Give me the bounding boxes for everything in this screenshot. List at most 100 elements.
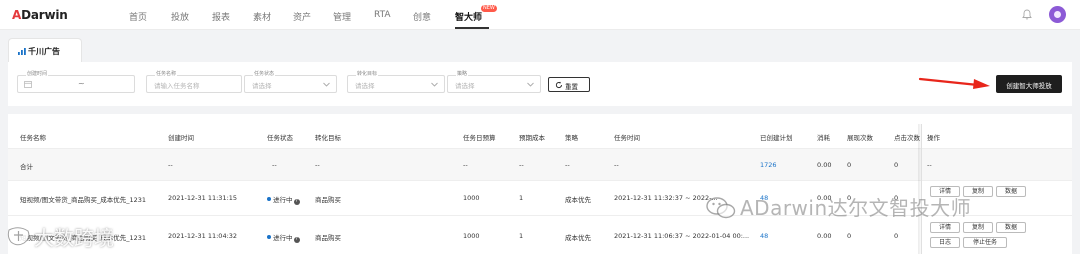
reset-label: 重置 bbox=[565, 83, 578, 91]
created-time-label: 创建时间 bbox=[26, 70, 49, 77]
summary-created: -- bbox=[168, 161, 173, 169]
summary-row: 合计 -- -- -- -- -- -- -- 1726 0.00 0 0 -- bbox=[8, 148, 1072, 180]
watermark-left-text: 大数跨境 bbox=[34, 226, 114, 250]
nav-item-creative[interactable]: 创意 bbox=[413, 10, 431, 23]
brand-logo[interactable]: ADarwin bbox=[12, 8, 68, 22]
refresh-icon bbox=[555, 81, 562, 89]
col-strategy[interactable]: 策略 bbox=[565, 132, 578, 142]
target-cell: 商品购买 bbox=[315, 196, 341, 204]
watermark-text: ADarwin达尔文智投大师 bbox=[740, 196, 972, 220]
summary-ops: -- bbox=[927, 161, 932, 169]
task-status-placeholder: 请选择 bbox=[252, 82, 272, 90]
task-name-cell: 短视频/图文带货_商品购买_成本优先_1231 bbox=[20, 196, 146, 204]
col-task-name[interactable]: 任务名称 bbox=[20, 132, 46, 142]
tab-bar: 千川广告 bbox=[8, 38, 1072, 62]
strategy-cell: 成本优先 bbox=[565, 234, 591, 242]
cost-cell: 1 bbox=[519, 232, 524, 240]
col-clicks[interactable]: 点击次数 bbox=[894, 132, 920, 142]
table-header: 任务名称 创建时间 任务状态 转化目标 任务日预算 预期成本 策略 任务时间 已… bbox=[8, 124, 1072, 148]
reset-button[interactable]: 重置 bbox=[548, 77, 590, 92]
task-time-cell: 2021-12-31 11:32:37 ~ 2022-... bbox=[614, 194, 718, 202]
date-separator: ~ bbox=[78, 79, 85, 88]
nav-item-management[interactable]: 管理 bbox=[333, 10, 351, 23]
summary-plans[interactable]: 1726 bbox=[760, 161, 777, 169]
new-badge: NEW bbox=[481, 5, 497, 12]
col-actions: 操作 bbox=[927, 134, 940, 142]
conversion-target-label: 转化目标 bbox=[356, 70, 379, 77]
nav-item-smart-master[interactable]: 智大师 bbox=[455, 10, 482, 23]
clicks-cell: 0 bbox=[894, 232, 899, 240]
budget-cell: 1000 bbox=[463, 232, 480, 240]
strategy-label: 策略 bbox=[456, 70, 469, 77]
nav-item-home[interactable]: 首页 bbox=[129, 10, 147, 23]
data-button[interactable]: 数据 bbox=[996, 186, 1026, 197]
strategy-placeholder: 请选择 bbox=[455, 82, 475, 90]
conversion-target-placeholder: 请选择 bbox=[355, 82, 375, 90]
bell-icon[interactable] bbox=[1022, 9, 1032, 20]
summary-status: -- bbox=[272, 161, 277, 169]
active-nav-underline bbox=[455, 27, 489, 29]
stop-task-button[interactable]: 停止任务 bbox=[963, 237, 1007, 248]
task-status-label: 任务状态 bbox=[253, 70, 276, 77]
bar-chart-icon bbox=[18, 48, 26, 55]
task-status-select[interactable]: 任务状态 请选择 bbox=[244, 70, 337, 93]
calendar-icon bbox=[24, 81, 32, 88]
summary-time: -- bbox=[614, 161, 619, 169]
task-time-cell: 2021-12-31 11:06:37 ~ 2022-01-04 00:... bbox=[614, 232, 750, 240]
summary-label: 合计 bbox=[20, 163, 33, 171]
user-avatar[interactable] bbox=[1049, 6, 1066, 23]
conversion-target-select[interactable]: 转化目标 请选择 bbox=[347, 70, 445, 93]
create-button-label: 创建智大师投放 bbox=[1006, 82, 1052, 90]
task-table: 任务名称 创建时间 任务状态 转化目标 任务日预算 预期成本 策略 任务时间 已… bbox=[8, 114, 1072, 254]
nav-item-rta[interactable]: RTA bbox=[374, 10, 391, 20]
col-conversion-target[interactable]: 转化目标 bbox=[315, 132, 341, 142]
plans-link[interactable]: 48 bbox=[760, 232, 768, 240]
col-plans-created[interactable]: 已创建计划 bbox=[760, 132, 793, 142]
task-name-placeholder: 请输入任务名称 bbox=[154, 82, 200, 90]
nav-item-delivery[interactable]: 投放 bbox=[171, 10, 189, 23]
strategy-cell: 成本优先 bbox=[565, 196, 591, 204]
task-name-input[interactable]: 任务名称 请输入任务名称 bbox=[146, 70, 242, 93]
create-smart-master-button[interactable]: 创建智大师投放 bbox=[996, 75, 1062, 93]
tab-qianchuan-ads[interactable]: 千川广告 bbox=[8, 38, 82, 62]
spend-cell: 0.00 bbox=[817, 232, 832, 240]
details-button[interactable]: 详情 bbox=[930, 222, 960, 233]
col-task-time[interactable]: 任务时间 bbox=[614, 132, 640, 142]
wechat-icon bbox=[706, 197, 736, 219]
status-dot bbox=[267, 235, 271, 239]
status-dot bbox=[267, 197, 271, 201]
top-nav: ADarwin 首页 投放 报表 素材 资产 管理 RTA 创意 智大师 NEW bbox=[0, 0, 1080, 30]
cost-cell: 1 bbox=[519, 194, 524, 202]
filter-bar: 创建时间 ~ 任务名称 请输入任务名称 任务状态 请选择 转化目标 请选择 策略… bbox=[8, 62, 1072, 106]
log-button[interactable]: 日志 bbox=[930, 237, 960, 248]
created-time-cell: 2021-12-31 11:04:32 bbox=[168, 232, 238, 240]
created-time-range-picker[interactable]: 创建时间 ~ bbox=[17, 70, 135, 93]
chevron-down-icon bbox=[323, 82, 330, 87]
col-created-time[interactable]: 创建时间 bbox=[168, 132, 194, 142]
help-icon[interactable]: ? bbox=[293, 199, 300, 205]
help-icon[interactable]: ? bbox=[293, 237, 300, 243]
status-cell: 进行中? bbox=[267, 194, 300, 205]
col-task-status[interactable]: 任务状态 bbox=[267, 132, 293, 142]
col-impressions[interactable]: 展现次数 bbox=[847, 132, 873, 142]
summary-spend: 0.00 bbox=[817, 161, 832, 169]
summary-clicks: 0 bbox=[894, 161, 899, 169]
impressions-cell: 0 bbox=[847, 232, 852, 240]
copy-button[interactable]: 复制 bbox=[963, 222, 993, 233]
task-name-label: 任务名称 bbox=[155, 70, 178, 77]
brand-watermark-icon bbox=[7, 227, 30, 246]
nav-item-materials[interactable]: 素材 bbox=[253, 10, 271, 23]
nav-item-reports[interactable]: 报表 bbox=[212, 10, 230, 23]
summary-impressions: 0 bbox=[847, 161, 852, 169]
col-expected-cost[interactable]: 预期成本 bbox=[519, 132, 545, 142]
col-spend[interactable]: 消耗 bbox=[817, 132, 830, 142]
nav-item-assets[interactable]: 资产 bbox=[293, 10, 311, 23]
tab-label: 千川广告 bbox=[28, 47, 60, 56]
data-button[interactable]: 数据 bbox=[996, 222, 1026, 233]
col-daily-budget[interactable]: 任务日预算 bbox=[463, 132, 496, 142]
strategy-select[interactable]: 策略 请选择 bbox=[447, 70, 541, 93]
red-arrow-icon bbox=[918, 77, 990, 89]
summary-budget: -- bbox=[463, 161, 468, 169]
chevron-down-icon bbox=[431, 82, 438, 87]
status-cell: 进行中? bbox=[267, 232, 300, 243]
